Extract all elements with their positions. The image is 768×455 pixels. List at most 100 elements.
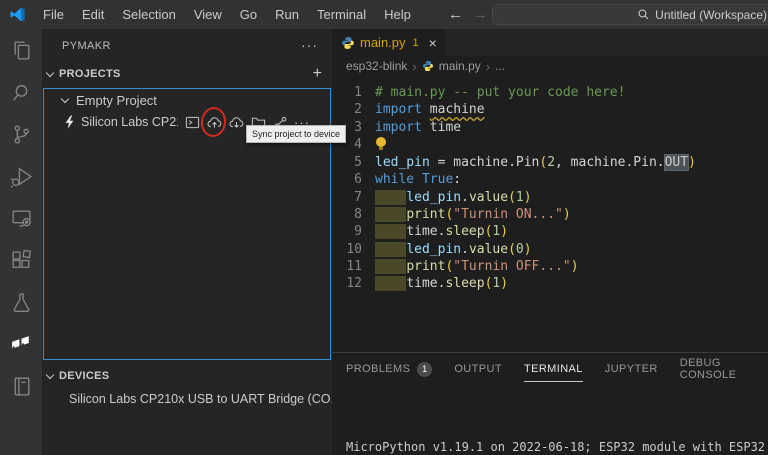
code-text: print("Turnin OFF...") <box>375 258 579 275</box>
panel-tab-problems[interactable]: PROBLEMS 1 <box>346 352 433 387</box>
run-debug-icon <box>10 166 32 188</box>
activity-search-button[interactable] <box>0 71 42 113</box>
menu-edit[interactable]: Edit <box>73 7 113 22</box>
line-number: 2 <box>354 102 362 118</box>
lightbulb-icon[interactable] <box>375 136 387 150</box>
search-icon <box>638 9 649 20</box>
back-button[interactable]: ← <box>448 6 463 23</box>
panel-tab-debug-console[interactable]: DEBUG CONSOLE <box>680 347 768 391</box>
menu-terminal[interactable]: Terminal <box>308 7 375 22</box>
activity-extensions-button[interactable] <box>0 239 42 281</box>
vscode-window: File Edit Selection View Go Run Terminal Help ←… <box>0 0 768 455</box>
open-terminal-button[interactable] <box>184 114 201 131</box>
command-center-search[interactable]: Untitled (Workspace) <box>492 4 768 25</box>
chevron-down-icon <box>45 68 55 77</box>
panel-tab-label: TERMINAL <box>523 363 583 375</box>
line-number: 11 <box>346 258 362 274</box>
code-line[interactable]: 1 # main.py -- put your code here! <box>332 84 768 101</box>
code-line[interactable]: 7 led_pin.value(1) <box>332 189 768 206</box>
editor-group: main.py 1 × esp32-blink › main.py › ... … <box>332 29 768 455</box>
add-project-button[interactable]: + <box>313 65 322 83</box>
panel-tab-label: PROBLEMS <box>346 363 411 375</box>
line-number: 6 <box>354 172 362 188</box>
devices-list-item[interactable]: Silicon Labs CP210x USB to UART Bridge (… <box>42 388 332 410</box>
pymakr-flags-icon <box>11 335 29 349</box>
code-line[interactable]: 12 time.sleep(1) <box>332 275 768 292</box>
tab-close-button[interactable]: × <box>429 35 437 51</box>
terminal-icon <box>185 116 200 128</box>
sidebar-title: PYMAKR <box>62 39 111 52</box>
code-line[interactable]: 2 import machine <box>332 101 768 118</box>
cloud-download-icon <box>229 116 244 128</box>
pymakr-sidebar: PYMAKR ··· PROJECTS + Empty Project Sili… <box>42 29 347 455</box>
projects-header-label: PROJECTS <box>59 68 121 80</box>
code-text: led_pin.value(0) <box>375 241 532 258</box>
code-text <box>375 136 387 154</box>
code-text: # main.py -- put your code here! <box>375 85 626 100</box>
breadcrumb-file[interactable]: main.py <box>439 59 481 73</box>
code-text: led_pin.value(1) <box>375 189 532 206</box>
activity-explorer-button[interactable] <box>0 29 42 71</box>
activity-pymakr-button[interactable] <box>0 323 42 365</box>
panel-tab-label: OUTPUT <box>454 363 502 375</box>
panel-tab-terminal[interactable]: TERMINAL <box>523 353 583 385</box>
projects-section-header[interactable]: PROJECTS + <box>42 62 332 86</box>
breadcrumb-separator: › <box>485 58 491 74</box>
code-text: while True: <box>375 172 462 188</box>
devices-section-header[interactable]: DEVICES <box>42 364 332 388</box>
menu-run[interactable]: Run <box>266 7 308 22</box>
tab-main-py[interactable]: main.py 1 × <box>332 29 446 56</box>
chevron-down-icon <box>45 370 55 379</box>
panel-tabs: PROBLEMS 1 OUTPUT TERMINAL JUPYTER DEBUG CONS… <box>332 353 768 385</box>
code-line[interactable]: 5 led_pin = machine.Pin(2, machine.Pin.OU… <box>332 154 768 172</box>
menu-help[interactable]: Help <box>375 7 420 22</box>
devices-section: DEVICES Silicon Labs CP210x USB to UART … <box>42 364 332 410</box>
activity-notebook-button[interactable] <box>0 365 42 407</box>
code-line[interactable]: 4 <box>332 136 768 154</box>
tooltip-sync-project: Sync project to device <box>246 125 347 143</box>
project-item-empty-project[interactable]: Empty Project <box>44 89 330 111</box>
code-line[interactable]: 8 print("Turnin ON...") <box>332 206 768 223</box>
line-number: 1 <box>354 85 362 100</box>
sidebar-more-actions-button[interactable]: ··· <box>301 37 318 53</box>
lightning-bolt-icon <box>65 115 74 129</box>
code-text: led_pin = machine.Pin(2, machine.Pin.OUT… <box>375 154 696 172</box>
terminal-output: MicroPython v1.19.1 on 2022-06-18; ESP32… <box>346 439 768 455</box>
menu-view[interactable]: View <box>185 7 231 22</box>
code-line[interactable]: 6 while True: <box>332 171 768 188</box>
line-number: 12 <box>346 276 362 292</box>
editor-tab-bar: main.py 1 × <box>332 29 768 56</box>
panel-tab-jupyter[interactable]: JUPYTER <box>605 353 658 385</box>
activity-source-control-button[interactable] <box>0 113 42 155</box>
code-text: import machine <box>375 102 485 118</box>
chevron-down-icon <box>60 94 70 103</box>
code-line[interactable]: 3 import time <box>332 119 768 136</box>
sync-project-to-device-button[interactable] <box>199 105 228 138</box>
breadcrumb[interactable]: esp32-blink › main.py › ... <box>332 56 768 76</box>
activity-run-debug-button[interactable] <box>0 155 42 197</box>
panel-tab-label: DEBUG CONSOLE <box>679 357 737 381</box>
activity-remote-explorer-button[interactable] <box>0 197 42 239</box>
code-text: print("Turnin ON...") <box>375 206 571 223</box>
panel-tab-output[interactable]: OUTPUT <box>454 353 502 385</box>
menu-go[interactable]: Go <box>231 7 266 22</box>
code-editor[interactable]: 1 # main.py -- put your code here! 2 import… <box>332 76 768 352</box>
menu-bar: File Edit Selection View Go Run Terminal Help <box>34 7 420 22</box>
terminal[interactable]: MicroPython v1.19.1 on 2022-06-18; ESP32… <box>332 385 768 455</box>
code-text: time.sleep(1) <box>375 223 508 240</box>
code-text: time.sleep(1) <box>375 275 508 292</box>
menu-file[interactable]: File <box>34 7 73 22</box>
line-number: 7 <box>354 189 362 205</box>
breadcrumb-symbol[interactable]: ... <box>495 59 505 73</box>
activity-testing-button[interactable] <box>0 281 42 323</box>
breadcrumb-folder[interactable]: esp32-blink <box>346 59 407 73</box>
python-icon <box>342 36 354 49</box>
files-icon <box>14 40 29 60</box>
code-line[interactable]: 10 led_pin.value(0) <box>332 241 768 258</box>
code-line[interactable]: 9 time.sleep(1) <box>332 223 768 240</box>
menu-selection[interactable]: Selection <box>113 7 184 22</box>
forward-button[interactable]: → <box>473 6 488 23</box>
download-project-from-device-button[interactable] <box>228 114 245 131</box>
code-line[interactable]: 11 print("Turnin OFF...") <box>332 258 768 275</box>
bottom-panel: PROBLEMS 1 OUTPUT TERMINAL JUPYTER DEBUG CONS… <box>332 352 768 455</box>
